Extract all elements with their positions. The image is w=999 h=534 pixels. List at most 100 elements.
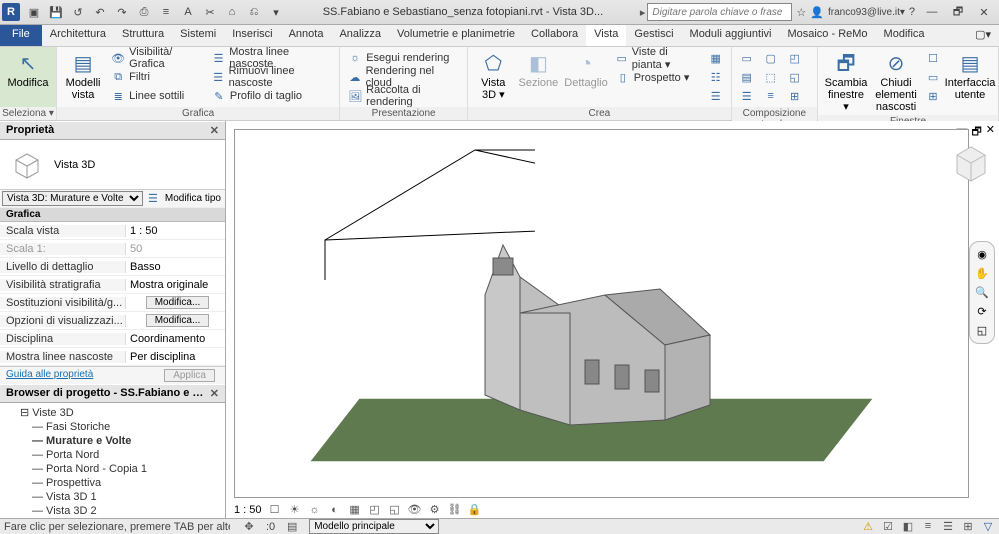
vc-detail-icon[interactable]: ☐ <box>268 503 282 516</box>
ribbon-item-icon[interactable]: ⊞ <box>924 87 942 105</box>
menu-tab-mosaico-remo[interactable]: Mosaico - ReMo <box>779 25 875 46</box>
property-value[interactable]: Modifica... <box>126 314 225 327</box>
save-icon[interactable]: 💾 <box>46 2 66 22</box>
signin-icon[interactable]: 👤 <box>810 6 824 19</box>
menu-tab-modifica[interactable]: Modifica <box>876 25 933 46</box>
menu-tab-analizza[interactable]: Analizza <box>331 25 389 46</box>
tag-icon[interactable]: ⌂ <box>222 2 242 22</box>
view-selector[interactable]: Vista 3D: Murature e Volte <box>2 191 143 206</box>
vc-crop-icon[interactable]: ◰ <box>368 503 382 516</box>
menu-tab-collabora[interactable]: Collabora <box>523 25 586 46</box>
star-icon[interactable]: ☆ <box>796 6 806 19</box>
property-value[interactable]: Coordinamento <box>126 333 225 345</box>
sync-icon[interactable]: ↺ <box>68 2 88 22</box>
tree-item[interactable]: — Porta Nord - Copia 1 <box>20 462 225 476</box>
undo-icon[interactable]: ↶ <box>90 2 110 22</box>
help-icon[interactable]: ? <box>909 6 915 18</box>
ribbon-item-icon[interactable]: ▤ <box>738 68 756 86</box>
tree-root[interactable]: ⊟ Viste 3D <box>8 405 225 420</box>
property-value[interactable]: Mostra originale <box>126 279 225 291</box>
property-value[interactable]: 50 <box>126 243 225 255</box>
ribbon-btn-sezione[interactable]: ◧Sezione <box>519 49 559 89</box>
tree-item[interactable]: — Fasi Storiche <box>20 420 225 434</box>
ribbon-btn-scambia[interactable]: 🗗Scambiafinestre ▾ <box>824 49 868 113</box>
menu-tab-moduli-aggiuntivi[interactable]: Moduli aggiuntivi <box>682 25 780 46</box>
link-icon[interactable]: ⎌ <box>244 2 264 22</box>
ribbon-item-icon[interactable]: ⊞ <box>786 87 804 105</box>
ribbon-btn-vista[interactable]: ⬠Vista3D ▾ <box>474 49 512 101</box>
ribbon-item-profilo-di-taglio[interactable]: ✎Profilo di taglio <box>210 87 333 105</box>
property-row[interactable]: Visibilità stratigrafiaMostra originale <box>0 276 225 294</box>
vc-sun-icon[interactable]: ☼ <box>308 504 322 516</box>
text-icon[interactable]: A <box>178 2 198 22</box>
view-cube[interactable] <box>947 139 993 185</box>
pan-icon[interactable]: ✋ <box>975 267 989 280</box>
vc-hide-icon[interactable]: 👁 <box>408 503 422 516</box>
ribbon-item-rimuovi-linee-nascoste[interactable]: ☰Rimuovi linee nascoste <box>210 68 333 86</box>
sb-model-icon[interactable]: ▤ <box>285 520 299 533</box>
vc-style-icon[interactable]: ☀ <box>288 503 302 516</box>
viewport[interactable]: — 🗗 ✕ <box>226 121 999 518</box>
more-icon[interactable]: ▾ <box>266 2 286 22</box>
ribbon-item-icon[interactable]: ☐ <box>924 49 942 67</box>
property-value[interactable]: Basso <box>126 261 225 273</box>
vc-reveal-icon[interactable]: ⚙ <box>428 503 442 516</box>
tree-item[interactable]: — Murature e Volte <box>20 434 225 448</box>
ribbon-btn-modelli[interactable]: ▤Modellivista <box>63 49 103 101</box>
section-icon[interactable]: ✂ <box>200 2 220 22</box>
menu-tab-gestisci[interactable]: Gestisci <box>626 25 681 46</box>
redo-icon[interactable]: ↷ <box>112 2 132 22</box>
wheel-icon[interactable]: ◉ <box>977 248 987 261</box>
ribbon-collapse-icon[interactable]: ▢▾ <box>967 25 999 46</box>
minimize-button[interactable]: — <box>919 2 945 22</box>
property-value[interactable]: 1 : 50 <box>126 225 225 237</box>
properties-close-icon[interactable]: ✕ <box>210 124 219 137</box>
property-row[interactable]: Scala 1:50 <box>0 240 225 258</box>
property-value[interactable]: Modifica... <box>126 296 225 309</box>
ribbon-item-icon[interactable]: ▭ <box>738 49 756 67</box>
ribbon-item-linee-sottili[interactable]: ≣Linee sottili <box>109 87 204 105</box>
sb-i6[interactable]: ⊞ <box>961 520 975 533</box>
zoom-icon[interactable]: 🔍 <box>975 286 989 299</box>
tree-item[interactable]: — Prospettiva <box>20 476 225 490</box>
properties-help-link[interactable]: Guida alle proprietà <box>6 369 93 382</box>
open-icon[interactable]: ▣ <box>24 2 44 22</box>
ribbon-item-icon[interactable]: ☰ <box>707 87 725 105</box>
vc-lock-icon[interactable]: 🔒 <box>468 503 482 516</box>
properties-preview[interactable]: Vista 3D <box>0 140 225 190</box>
property-edit-button[interactable]: Modifica... <box>146 296 210 309</box>
property-row[interactable]: Opzioni di visualizzazi...Modifica... <box>0 312 225 330</box>
tree-item[interactable]: — Vista 3D 1 <box>20 490 225 504</box>
sb-filter-icon[interactable]: ▽ <box>981 520 995 533</box>
orbit-icon[interactable]: ⟳ <box>977 305 986 318</box>
menu-tab-struttura[interactable]: Struttura <box>114 25 172 46</box>
cube-icon[interactable]: ◱ <box>977 324 987 337</box>
ribbon-item-icon[interactable]: ☰ <box>738 87 756 105</box>
close-button[interactable]: ✕ <box>971 2 997 22</box>
edit-type-icon[interactable]: ☰ <box>145 192 161 205</box>
apply-button[interactable]: Applica <box>164 369 215 382</box>
menu-tab-volumetrie-e-planimetrie[interactable]: Volumetrie e planimetrie <box>389 25 523 46</box>
ribbon-item-icon[interactable]: ☷ <box>707 68 725 86</box>
ribbon-btn-chiudi[interactable]: ⊘Chiudielementi nascosti <box>874 49 918 113</box>
ribbon-item-icon[interactable]: ◰ <box>786 49 804 67</box>
ribbon-btn-modifica[interactable]: ↖Modifica <box>6 49 50 89</box>
menu-tab-annota[interactable]: Annota <box>281 25 332 46</box>
ribbon-btn-dettaglio[interactable]: ◔Dettaglio <box>564 49 607 89</box>
vc-constraint-icon[interactable]: ⛓ <box>448 503 462 516</box>
ribbon-item-icon[interactable]: ◱ <box>786 68 804 86</box>
property-row[interactable]: Mostra linee nascostePer disciplina <box>0 348 225 366</box>
vc-crop2-icon[interactable]: ◱ <box>388 503 402 516</box>
ribbon-btn-interfaccia[interactable]: ▤Interfacciautente <box>948 49 992 101</box>
property-row[interactable]: Livello di dettaglioBasso <box>0 258 225 276</box>
ribbon-item-prospetto-[interactable]: ▯Prospetto ▾ <box>614 68 701 86</box>
sb-i1[interactable]: ⚠ <box>861 520 875 533</box>
vc-render-icon[interactable]: ▦ <box>348 503 362 516</box>
browser-close-icon[interactable]: ✕ <box>210 387 219 400</box>
ribbon-item-icon[interactable]: ⬚ <box>762 68 780 86</box>
tree-item[interactable]: — Vista 3D 2 <box>20 504 225 518</box>
property-row[interactable]: DisciplinaCoordinamento <box>0 330 225 348</box>
property-row[interactable]: Scala vista1 : 50 <box>0 222 225 240</box>
restore-button[interactable]: 🗗 <box>945 2 971 22</box>
sb-sel-icon[interactable]: ✥ <box>242 520 256 533</box>
